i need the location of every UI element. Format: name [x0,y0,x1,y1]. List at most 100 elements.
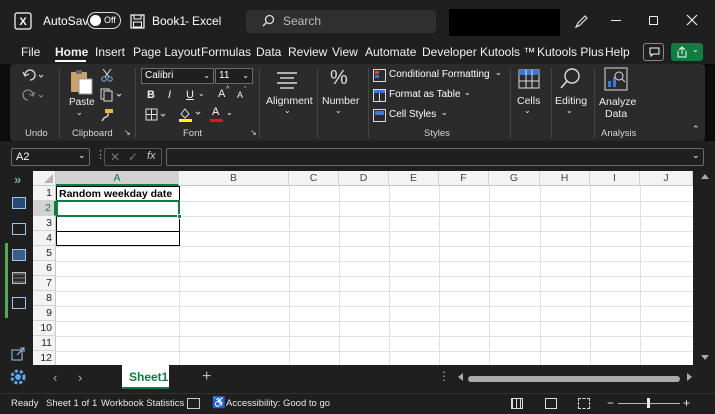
row-header-4[interactable]: 4 [33,231,56,246]
cancel-icon[interactable]: ✕ [110,150,120,164]
zoom-slider[interactable] [618,398,680,408]
copy-icon[interactable] [100,88,124,102]
row-header-11[interactable]: 11 [33,336,56,351]
next-sheet-icon[interactable]: › [78,370,82,385]
menu-formulas[interactable]: Formulas [201,45,251,59]
search-box[interactable]: Search [246,10,436,33]
row-header-1[interactable]: 1 [33,186,56,201]
font-size-select[interactable]: 11 ⌄ [215,68,253,84]
page-break-view-icon[interactable] [578,398,590,409]
enter-icon[interactable]: ✓ [128,150,138,164]
bold-button[interactable]: B [147,89,155,101]
row-header-5[interactable]: 5 [33,246,56,261]
number-chevron-icon[interactable]: ⌄ [335,106,342,115]
menu-view[interactable]: View [332,45,358,59]
zoom-slider-thumb[interactable] [647,398,650,408]
selected-cell-a2[interactable] [56,200,180,217]
sheet-tab-sheet1[interactable]: Sheet1 [122,365,169,389]
row-header-8[interactable]: 8 [33,291,56,306]
fill-color-icon[interactable] [178,106,204,123]
column-header-f[interactable]: F [439,171,489,186]
account-redacted[interactable] [449,9,560,36]
row-header-9[interactable]: 9 [33,306,56,321]
paste-icon[interactable] [68,68,94,96]
format-painter-icon[interactable] [100,108,114,122]
formula-nav-icon[interactable] [12,297,26,309]
prev-sheet-icon[interactable]: ‹ [53,370,57,385]
save-icon[interactable] [129,13,145,29]
minimize-icon[interactable] [611,20,621,21]
borders-icon[interactable] [145,108,169,122]
name-box[interactable]: A2 ⌄ [11,148,90,166]
print-icon[interactable] [12,249,26,261]
sheet-nav-icon[interactable] [12,223,26,235]
page-layout-view-icon[interactable] [545,398,557,409]
editing-chevron-icon[interactable]: ⌄ [566,106,573,115]
menu-kutools-plus[interactable]: Kutools Plus [537,45,604,59]
expand-panel-icon[interactable]: » [14,172,21,187]
column-header-a[interactable]: A [56,171,179,186]
hscroll-thumb[interactable] [468,376,680,382]
shrink-font-button[interactable]: A [237,90,243,100]
maximize-icon[interactable] [649,16,658,25]
column-header-e[interactable]: E [389,171,439,186]
row-header-12[interactable]: 12 [33,351,56,365]
share-button[interactable]: ⌄ [671,43,703,61]
accessibility-status[interactable]: Accessibility: Good to go [226,398,330,409]
analyze-data-label-1[interactable]: Analyze [599,96,636,108]
cells-chevron-icon[interactable]: ⌄ [524,106,531,115]
font-name-select[interactable]: Calibri ⌄ [141,68,214,84]
settings-gear-icon[interactable] [8,367,28,387]
tabs-split-icon[interactable]: ⋮ [438,369,450,383]
clipboard-launcher-icon[interactable]: ↘ [124,128,131,137]
menu-data[interactable]: Data [256,45,281,59]
font-color-button[interactable]: A ⌄ [209,106,235,123]
cut-icon[interactable] [100,68,114,82]
menu-insert[interactable]: Insert [95,45,125,59]
menu-home[interactable]: Home [55,45,88,59]
table-icon[interactable] [12,272,26,284]
designer-pen-icon[interactable] [573,13,589,29]
hscroll-left-icon[interactable] [458,373,463,381]
column-header-c[interactable]: C [289,171,339,186]
menu-file[interactable]: File [21,45,40,59]
format-as-table-button[interactable]: Format as Table ⌄ [373,88,473,103]
italic-button[interactable]: I [168,89,171,101]
underline-chevron-icon[interactable]: ⌄ [198,89,205,98]
ribbon-collapse-icon[interactable]: ⌃ [692,124,700,135]
column-header-d[interactable]: D [339,171,389,186]
comments-button[interactable] [643,43,664,61]
column-header-j[interactable]: J [640,171,693,186]
redo-icon[interactable] [22,89,46,105]
menu-developer[interactable]: Developer [422,45,477,59]
macro-record-icon[interactable] [187,398,200,409]
undo-icon[interactable] [22,69,46,85]
fill-handle[interactable] [177,214,182,219]
analyze-data-label-2[interactable]: Data [605,108,627,120]
normal-view-icon[interactable] [511,398,523,409]
formula-input[interactable]: ⌄ [166,148,704,166]
cells-icon[interactable] [518,69,540,89]
column-header-i[interactable]: I [590,171,640,186]
row-header-2[interactable]: 2 [33,201,56,216]
menu-review[interactable]: Review [288,45,327,59]
column-header-b[interactable]: B [179,171,289,186]
menu-page-layout[interactable]: Page Layout [133,45,200,59]
cell-styles-button[interactable]: Cell Styles ⌄ [373,108,453,123]
horizontal-scrollbar[interactable] [456,373,696,383]
grow-font-button[interactable]: A [218,88,225,100]
vertical-scrollbar[interactable] [693,171,715,365]
menu-help[interactable]: Help [605,45,630,59]
workbook-nav-icon[interactable] [12,197,26,209]
close-icon[interactable] [686,14,698,26]
scroll-up-icon[interactable] [701,174,709,179]
menu-automate[interactable]: Automate [365,45,416,59]
hscroll-right-icon[interactable] [687,373,692,381]
alignment-chevron-icon[interactable]: ⌄ [284,106,291,115]
export-icon[interactable] [11,347,25,361]
accessibility-icon[interactable]: ♿ [212,396,226,409]
row-header-6[interactable]: 6 [33,261,56,276]
select-all-corner[interactable] [33,171,56,186]
underline-button[interactable]: U [186,89,194,101]
conditional-formatting-button[interactable]: Conditional Formatting ⌄ [373,68,503,83]
